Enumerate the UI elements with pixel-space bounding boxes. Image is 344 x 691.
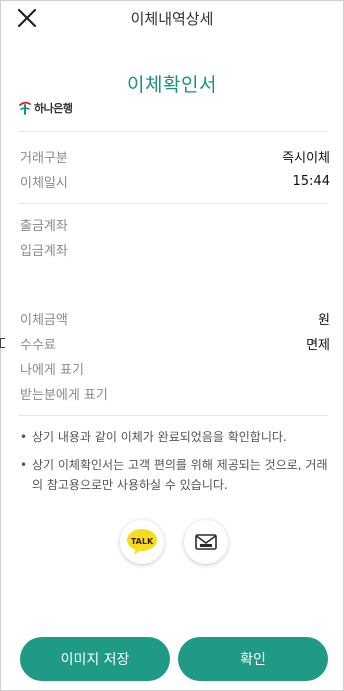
edge-marker [0, 338, 5, 348]
hana-bank-symbol-icon [19, 101, 31, 115]
amount-value: 원 [318, 312, 330, 328]
recipient-display-label: 받는분에게 표기 [20, 387, 108, 403]
save-image-button[interactable]: 이미지 저장 [20, 637, 170, 681]
kakaotalk-icon: TALK [127, 529, 157, 555]
row-trade-type: 거래구분 즉시이체 [20, 146, 330, 166]
notice-text: 상기 내용과 같이 이체가 완료되었음을 확인합니다. [32, 430, 287, 444]
row-deposit-account: 입금계좌 [20, 239, 330, 259]
bank-logo: 하나은행 [18, 99, 73, 117]
bullet: • [20, 430, 28, 444]
divider [18, 203, 328, 204]
row-amount: 이체금액 원 [20, 308, 330, 328]
row-transfer-datetime: 이체일시 15:44 [20, 171, 330, 191]
my-display-label: 나에게 표기 [20, 362, 84, 378]
amount-label: 이체금액 [20, 312, 68, 328]
notice-item: • 상기 내용과 같이 이체가 완료되었음을 확인합니다. [20, 427, 332, 447]
notice-item: • 상기 이체확인서는 고객 편의를 위해 제공되는 것으로, 거래의 참고용으… [20, 455, 332, 495]
message-share-button[interactable] [184, 520, 228, 564]
row-recipient-display: 받는분에게 표기 [20, 383, 330, 403]
transfer-datetime-value: 15:44 [292, 173, 330, 189]
bank-name: 하나은행 [34, 102, 73, 115]
header-title: 이체내역상세 [130, 10, 214, 28]
divider [18, 131, 328, 132]
fee-label: 수수료 [20, 337, 56, 353]
fee-value: 면제 [306, 337, 330, 353]
withdraw-account-label: 출금계좌 [20, 218, 68, 234]
confirm-button[interactable]: 확인 [178, 637, 328, 681]
divider [18, 415, 328, 416]
notice-text: 상기 이체확인서는 고객 편의를 위해 제공되는 것으로, 거래의 참고용으로만… [32, 458, 328, 492]
kakaotalk-share-button[interactable]: TALK [120, 520, 164, 564]
envelope-icon [195, 534, 217, 550]
bullet: • [20, 458, 28, 472]
header: 이체내역상세 [0, 0, 344, 36]
row-fee: 수수료 면제 [20, 333, 330, 353]
kakaotalk-label: TALK [131, 537, 154, 546]
transfer-datetime-label: 이체일시 [20, 175, 68, 191]
document-title: 이체확인서 [127, 74, 217, 96]
trade-type-label: 거래구분 [20, 150, 68, 166]
deposit-account-label: 입금계좌 [20, 243, 68, 259]
row-withdraw-account: 출금계좌 [20, 214, 330, 234]
trade-type-value: 즉시이체 [282, 150, 330, 166]
row-my-display: 나에게 표기 [20, 358, 330, 378]
